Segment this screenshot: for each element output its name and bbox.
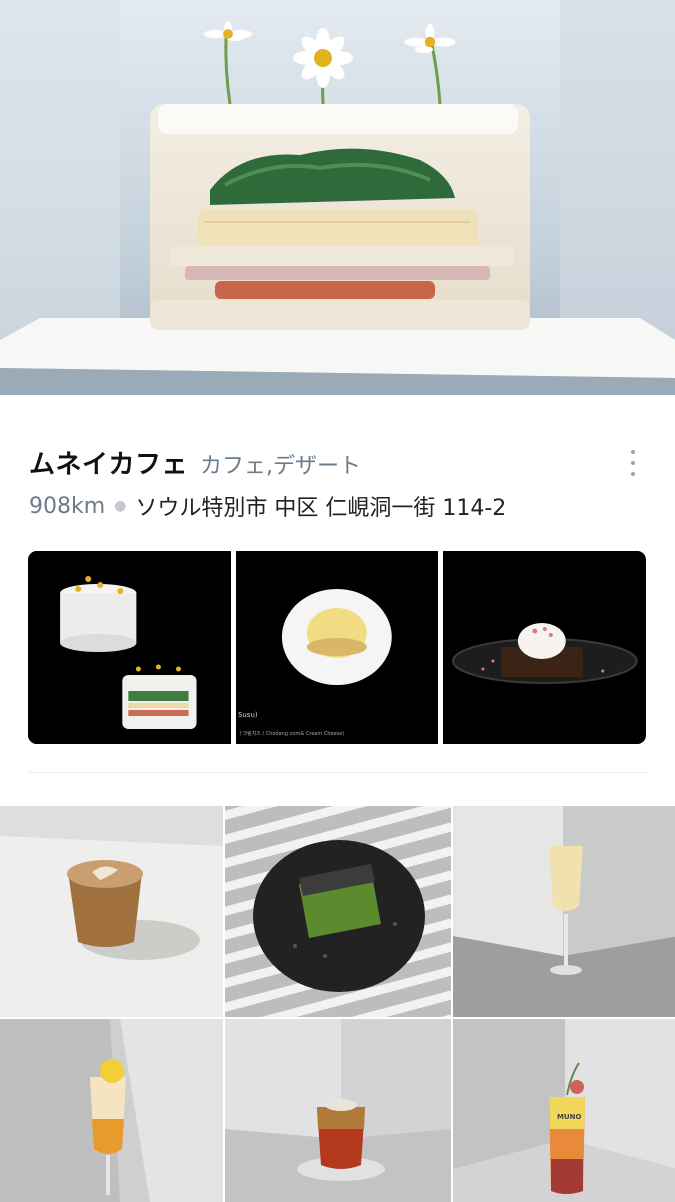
grid-photo-matcha-cake[interactable] (225, 806, 451, 1017)
iced-tea-photo (225, 1019, 451, 1202)
thumbnail-cheesecake[interactable]: Susu) ㅏ크림치즈 / Chodang corn& Cream Cheese… (235, 551, 439, 744)
grid-photo-citrus-drink[interactable] (0, 1019, 223, 1202)
more-vertical-icon[interactable] (621, 448, 645, 478)
place-name[interactable]: ムネイカフェ (29, 444, 188, 481)
cocktail-glass-label: MUNO (557, 1113, 582, 1121)
cocktail-photo: MUNO (453, 1019, 675, 1202)
cheesecake-photo: Susu) ㅏ크림치즈 / Chodang corn& Cream Cheese… (235, 551, 439, 744)
latte-photo (0, 806, 223, 1017)
photo-grid: MUNO (0, 806, 675, 1202)
place-category: カフェ,デザート (200, 454, 362, 479)
section-divider (28, 772, 647, 773)
milkshake-photo (453, 806, 675, 1017)
place-title-row[interactable]: ムネイカフェ カフェ,デザート (29, 444, 645, 481)
thumbnail-brownie[interactable] (443, 551, 646, 744)
address-row: 908km ● ソウル特別市 中区 仁峴洞一街 114-2 (29, 490, 506, 522)
menu-caption: Susu) (238, 711, 258, 719)
grid-photo-iced-tea[interactable] (225, 1019, 451, 1202)
hero-photo-sandwich-cake[interactable] (0, 0, 675, 395)
cakes-photo (28, 551, 231, 744)
thumbnail-cakes[interactable] (28, 551, 231, 744)
separator-dot: ● (114, 498, 127, 514)
menu-subcaption: ㅏ크림치즈 / Chodang corn& Cream Cheese) (238, 730, 344, 737)
matcha-cake-photo (225, 806, 451, 1017)
distance-label: 908km (29, 493, 106, 519)
photo-thumbnails: Susu) ㅏ크림치즈 / Chodang corn& Cream Cheese… (28, 551, 646, 744)
brownie-photo (443, 551, 646, 744)
address-label[interactable]: ソウル特別市 中区 仁峴洞一街 114-2 (135, 490, 506, 522)
hero-photo-graphic (0, 0, 675, 395)
grid-photo-latte[interactable] (0, 806, 223, 1017)
citrus-drink-photo (0, 1019, 223, 1202)
grid-photo-cocktail[interactable]: MUNO (453, 1019, 675, 1202)
place-info-section: ムネイカフェ カフェ,デザート 908km ● ソウル特別市 中区 仁峴洞一街 … (0, 404, 675, 794)
grid-photo-milkshake[interactable] (453, 806, 675, 1017)
